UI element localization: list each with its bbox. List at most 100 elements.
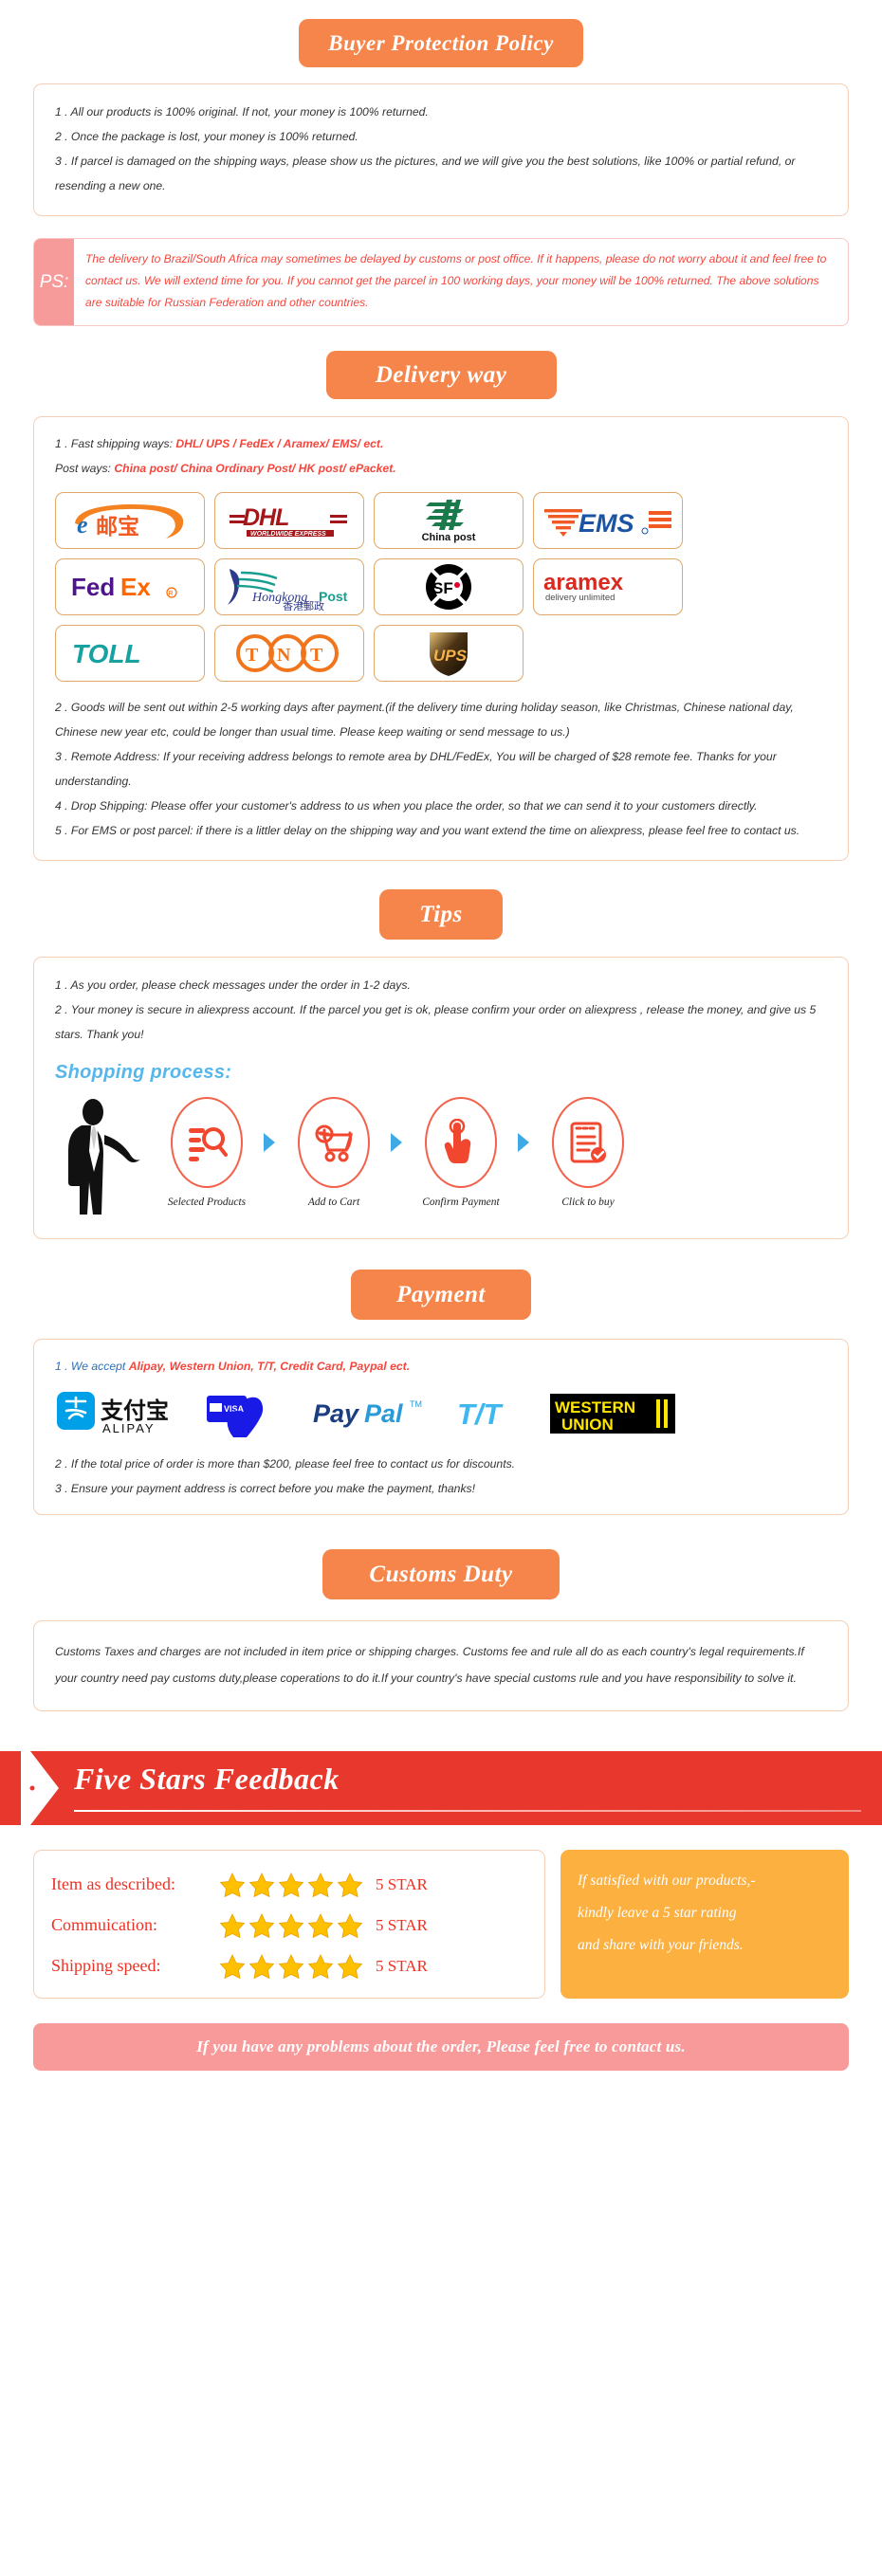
checklist-icon [570,1122,606,1163]
contact-bar[interactable]: If you have any problems about the order… [33,2023,849,2071]
process-arrow-3 [510,1097,539,1188]
feedback-banner-title: Five Stars Feedback [74,1762,340,1796]
carrier-logo-dhl: DHL WORLDWIDE EXPRESS [214,492,364,549]
tnt-logo: T N T [236,634,339,672]
china-post-logo [426,499,464,530]
payment-card: 1 . We accept Alipay, Western Union, T/T… [33,1339,849,1515]
buyer-protection-item-3: 3 . If parcel is damaged on the shipping… [55,155,796,192]
carrier-logo-ups: UPS [374,625,524,682]
star-icon [338,1953,362,1979]
ups-logo: UPS [430,632,468,676]
carrier-logo-hongkong-post: Hongkong Post 香港郵政 [214,558,364,615]
process-oval-4 [552,1097,624,1188]
post-ways-line: Post ways: China post/ China Ordinary Po… [55,456,827,482]
svg-text:Fed: Fed [71,573,115,601]
visa-card-hand-logo: VISA [207,1396,264,1437]
payment-logo-row: 支付宝 ALIPAY VISA Pay Pal TM T/T WESTERN U… [55,1388,827,1444]
rating-row-item-as-described: Item as described: 5 STAR [51,1864,531,1905]
delivery-item-2: 2 . Goods will be sent out within 2-5 wo… [55,701,794,739]
svg-text:R: R [169,591,174,597]
svg-text:TOLL: TOLL [72,639,141,668]
svg-text:ALIPAY: ALIPAY [102,1421,156,1435]
ratings-card: Item as described: 5 STAR Commuication: [33,1850,545,1999]
shopping-process-row: Selected Products Add to Cart Confirm Pa… [55,1097,827,1223]
feedback-banner: Five Stars Feedback [0,1751,882,1825]
star-icon [279,1872,303,1897]
svg-text:邮宝: 邮宝 [96,514,139,539]
fast-shipping-line: 1 . Fast shipping ways: DHL/ UPS / FedEx… [55,432,827,456]
svg-text:T/T: T/T [457,1398,505,1431]
businessman-icon [68,1099,140,1215]
western-union-logo: WESTERN UNION [550,1394,675,1434]
carrier-logo-sf-express: SF [374,558,524,615]
payment-logo-paypal: Pay Pal TM [311,1395,440,1437]
delivery-item-3: 3 . Remote Address: If your receiving ad… [55,750,777,788]
payment-accept-label: 1 . We accept [55,1360,126,1373]
thanks-card: If satisfied with our products,- kindly … [560,1850,849,1999]
customs-text: Customs Taxes and charges are not includ… [55,1645,804,1685]
svg-text:Pal: Pal [364,1399,403,1428]
ems-logo: EMS [544,509,671,538]
tips-card: 1 . As you order, please check messages … [33,957,849,1239]
delivery-card: 1 . Fast shipping ways: DHL/ UPS / FedEx… [33,416,849,861]
hongkong-post-logo: Hongkong Post 香港郵政 [228,569,348,611]
payment-accept-value: Alipay, Western Union, T/T, Credit Card,… [128,1360,411,1373]
star-icon [279,1912,303,1938]
buyer-protection-item-2: 2 . Once the package is lost, your money… [55,130,358,143]
banner-notch-icon [21,1751,59,1825]
feedback-row: Item as described: 5 STAR Commuication: [33,1850,849,1999]
star-icon [338,1872,362,1897]
svg-text:Ex: Ex [120,573,151,601]
svg-text:WESTERN: WESTERN [555,1398,635,1416]
carrier-logo-aramex: aramex delivery unlimited [533,558,683,615]
epacket-logo: e 邮宝 [75,503,184,539]
tips-item-1: 1 . As you order, please check messages … [55,978,411,992]
star-icon [338,1912,362,1938]
payment-item-3: 3 . Ensure your payment address is corre… [55,1482,476,1495]
star-icon [220,1912,245,1938]
payment-logo-alipay: 支付宝 ALIPAY [55,1390,190,1442]
rating-stars-2 [220,1953,362,1979]
post-ways-label: Post ways: [55,462,111,475]
post-ways-value: China post/ China Ordinary Post/ HK post… [114,462,396,475]
svg-text:SF: SF [432,579,453,597]
paypal-logo: Pay Pal TM [313,1399,422,1428]
svg-text:UPS: UPS [433,647,468,665]
customs-card: Customs Taxes and charges are not includ… [33,1620,849,1711]
china-post-caption: China post [421,531,476,543]
svg-text:WORLDWIDE EXPRESS: WORLDWIDE EXPRESS [250,531,326,538]
rating-row-communication: Commuication: 5 STAR [51,1905,531,1946]
payment-logo-tt: T/T [455,1395,535,1437]
carrier-logo-epacket: e 邮宝 [55,492,205,549]
buyer-protection-heading-wrap: Buyer Protection Policy [0,19,882,67]
svg-text:DHL: DHL [243,504,288,531]
rating-stars-1 [220,1912,362,1938]
fedex-logo: Fed Ex R [71,573,177,601]
toll-logo: TOLL [72,639,141,668]
thanks-line-2: kindly leave a 5 star rating [578,1905,737,1921]
rating-stars-0 [220,1872,362,1897]
sf-express-logo: SF [426,564,471,610]
star-icon [279,1953,303,1979]
star-icon [249,1953,274,1979]
star-icon [220,1953,245,1979]
star-icon [308,1912,333,1938]
cart-plus-icon [315,1124,354,1162]
payment-item-2: 2 . If the total price of order is more … [55,1457,516,1471]
payment-heading-wrap: Payment [0,1270,882,1320]
shopping-process-title: Shopping process: [55,1062,232,1083]
svg-text:aramex: aramex [543,570,624,595]
buyer-protection-heading: Buyer Protection Policy [299,19,583,67]
customs-heading: Customs Duty [322,1549,560,1599]
star-icon [308,1872,333,1897]
payment-logo-visa-card: VISA [205,1388,296,1444]
svg-text:T: T [310,645,323,666]
rating-label-0: Item as described: [51,1874,175,1893]
process-oval-2 [298,1097,370,1188]
star-icon [308,1953,333,1979]
tips-item-2: 2 . Your money is secure in aliexpress a… [55,1003,817,1041]
tips-heading: Tips [379,889,503,940]
carrier-logo-ems: EMS [533,492,683,549]
customs-heading-wrap: Customs Duty [0,1549,882,1599]
process-label-3: Confirm Payment [422,1197,500,1208]
